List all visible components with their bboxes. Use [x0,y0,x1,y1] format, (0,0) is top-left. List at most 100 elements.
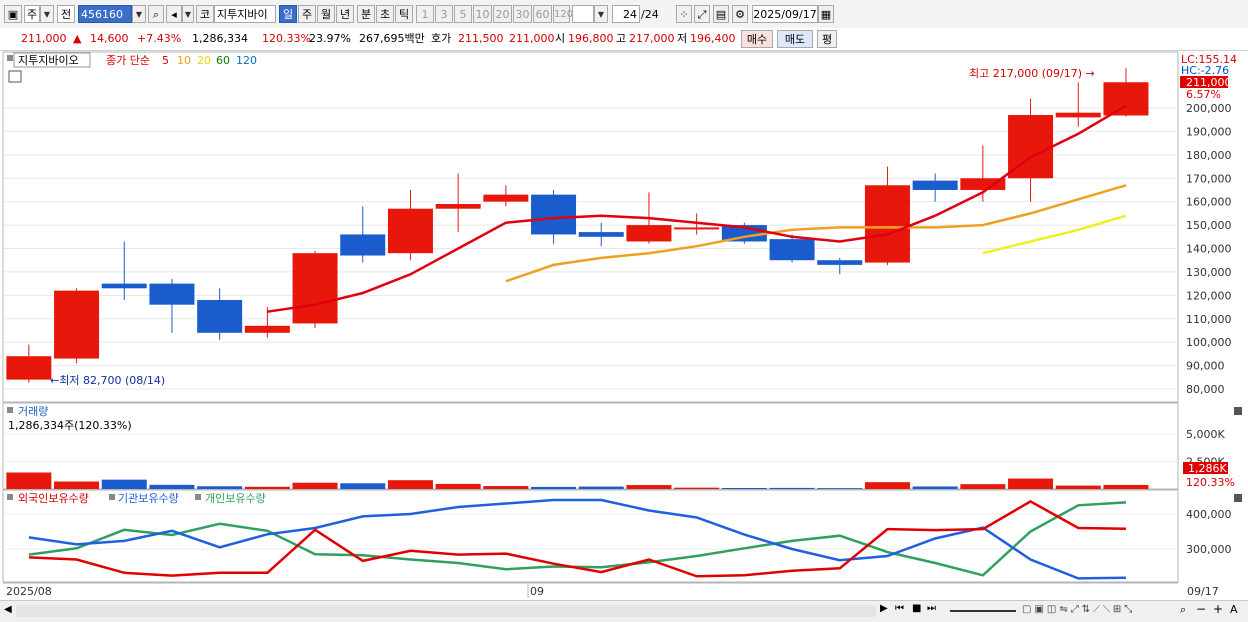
code-dropdown-icon[interactable]: ▼ [132,5,146,23]
panel-handle-icon[interactable] [7,55,13,61]
candle-body [197,300,243,333]
last-price-pct: 6.57% [1186,88,1221,101]
ma120-label: 120 [236,54,257,67]
volume: 1,286,334 [192,32,248,45]
interval-custom-field[interactable] [572,5,594,23]
volume-bar [817,488,863,489]
volume-title: 거래량 [18,405,48,418]
candle-body [340,234,386,256]
calculator-icon[interactable] [8,70,22,83]
volume-last-pct: 120.33% [1186,476,1235,489]
calendar-icon[interactable]: ▦ [818,5,834,23]
scroll-left-icon[interactable]: ◀ [4,604,12,615]
candle-body [483,194,529,202]
save-icon[interactable]: ▤ [713,5,729,23]
high-label: 고 [616,32,627,45]
speaker-icon[interactable]: ◂ [166,5,182,23]
chart-area[interactable]: 200,000 190,000 180,000 170,000 160,000 150,0… [0,50,1248,600]
candle-body [149,283,195,305]
period-week-select[interactable]: 주 [24,5,40,23]
interval-3-button[interactable]: 3 [435,5,453,23]
volume-tick-label: 5,000K [1186,428,1225,441]
zoom-in-icon[interactable]: + [1213,602,1223,616]
count-input[interactable]: 24 [612,5,640,23]
prev-button[interactable]: 전 [57,5,75,23]
volume-bar [244,486,290,489]
forward-icon[interactable]: ⏭ [927,603,936,614]
chart-canvas[interactable]: 200,000 190,000 180,000 170,000 160,000 150,0… [0,50,1248,600]
close-icon[interactable] [1234,494,1242,502]
crosshair-icon[interactable]: ⤢ [694,5,710,23]
volume-bar [531,486,577,489]
low-annotation: ←최저 82,700 (08/14) [50,374,165,387]
search-icon[interactable]: ⌕ [148,5,164,23]
price-tick-label: 110,000 [1186,313,1232,326]
legend-individual: 개인보유수량 [205,492,266,505]
rewind-icon[interactable]: ⏮ [895,603,904,614]
code-button[interactable]: 코 [196,5,214,23]
zoom-out-icon[interactable]: − [1196,602,1206,616]
volume-bar [6,472,52,489]
period-week-button[interactable]: 주 [298,5,316,23]
period-year-button[interactable]: 년 [336,5,354,23]
period-minute-button[interactable]: 분 [357,5,375,23]
volume-bar [197,486,243,489]
volume-bar [435,483,481,489]
interval-60-button[interactable]: 60 [533,5,552,23]
chevron-down-icon[interactable]: ▼ [40,5,54,23]
code-input[interactable]: 456160 [78,5,132,23]
buy-button[interactable]: 매수 [741,30,773,48]
high-annotation: 최고 217,000 (09/17) → [969,67,1095,80]
drawing-tools-icon[interactable]: ▢▣◫⇋⤢⇅⟋⟍⊞⤡ [1022,604,1135,615]
period-day-button[interactable]: 일 [279,5,297,23]
candle-body [292,253,338,324]
interval-20-button[interactable]: 20 [493,5,512,23]
panel-handle-icon[interactable] [7,494,13,500]
ma60-label: 60 [216,54,230,67]
candle-body [912,180,958,190]
volume-ratio: 120.33% [262,32,311,45]
x-axis-mid: 09 [530,585,544,598]
zoom-slider[interactable] [950,610,1016,612]
zoom-icon[interactable]: ⌕ [1180,603,1186,617]
volume-bar [578,486,624,489]
candle-body [531,194,577,235]
candle-body [6,356,52,380]
period-second-button[interactable]: 초 [376,5,394,23]
volume-bar [483,486,529,489]
change-percent: +7.43% [137,32,182,45]
period-month-button[interactable]: 월 [317,5,335,23]
volume-bar [292,482,338,489]
chevron-down-icon[interactable]: ▼ [594,5,608,23]
chevron-down-icon[interactable]: ▼ [182,5,194,23]
panel-handle-icon[interactable] [7,407,13,413]
date-input[interactable]: 2025/09/17 [752,5,818,23]
holdings-tick-label: 400,000 [1186,508,1232,521]
close-icon[interactable] [1234,407,1242,415]
sell-button[interactable]: 매도 [777,30,813,48]
ma-label: 종가 단순 [106,54,150,67]
window-menu-icon[interactable]: ▣ [4,5,22,23]
interval-5-button[interactable]: 5 [454,5,472,23]
bottom-scrollbar[interactable]: ◀ ▶ ⏮ ■ ⏭ ▢▣◫⇋⤢⇅⟋⟍⊞⤡ ⌕ − + A [0,600,1248,622]
interval-10-button[interactable]: 10 [473,5,492,23]
period-tick-button[interactable]: 틱 [395,5,413,23]
interval-1-button[interactable]: 1 [416,5,434,23]
interval-30-button[interactable]: 30 [513,5,532,23]
scroll-track[interactable] [16,605,876,617]
volume-panel [2,402,1179,490]
gear-icon[interactable]: ⚙ [732,5,748,23]
volume-last: 1,286K [1188,462,1227,475]
stop-icon[interactable]: ■ [912,603,921,614]
interval-120-button[interactable]: 120 [553,5,573,23]
candle-body [674,227,720,230]
x-axis-start: 2025/08 [6,585,52,598]
eval-button[interactable]: 평 [817,30,837,48]
scroll-right-icon[interactable]: ▶ [880,603,888,614]
stock-name-field[interactable]: 지투지바이 [214,5,276,23]
volume-bar [960,484,1006,489]
auto-scale-icon[interactable]: A [1230,603,1238,616]
price-tick-label: 140,000 [1186,243,1232,256]
grid-icon[interactable]: ⁘ [676,5,692,23]
trade-amount: 267,695백만 [359,32,425,45]
